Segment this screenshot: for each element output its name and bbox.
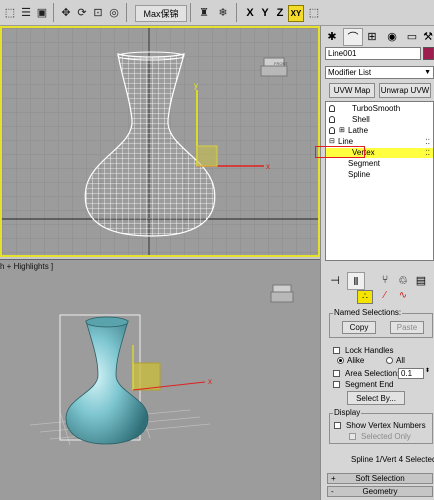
utilities-tab-icon[interactable]: ⚒ [419, 28, 434, 44]
unwrap-uvw-button[interactable]: Unwrap UVW [379, 83, 431, 98]
select-by-button[interactable]: Select By... [347, 391, 405, 405]
rect-selection-icon[interactable]: ▣ [34, 4, 50, 20]
selected-only-label: Selected Only [361, 432, 411, 441]
command-panel: ✱ ⌒ ⊞ ◉ ▭ ⚒ Line001 Modifier List ▼ UVW … [315, 26, 434, 500]
vertex-highlight-frame [315, 146, 365, 158]
select-by-name-icon[interactable]: ☰ [18, 4, 34, 20]
all-radio[interactable] [386, 357, 393, 364]
area-selection-checkbox[interactable] [333, 370, 340, 377]
show-end-result-icon[interactable]: Ⅱ [347, 272, 365, 290]
axis-z-button[interactable]: Z [273, 5, 287, 20]
rollout-label: Soft Selection [355, 474, 405, 483]
lock-handles-checkbox[interactable] [333, 347, 340, 354]
axis-constraint-icon[interactable]: ⬚ [306, 4, 322, 20]
select-object-icon[interactable]: ⬚ [2, 4, 18, 20]
select-rotate-icon[interactable]: ⟳ [74, 4, 90, 20]
area-selection-spinner[interactable]: 0.1 [398, 368, 424, 379]
subobject-dots-icon: ⁚⁚ [425, 139, 430, 146]
selected-only-checkbox[interactable] [349, 433, 356, 440]
axis-y-button[interactable]: Y [258, 5, 272, 20]
pivot-icon[interactable]: ♜ [196, 4, 212, 20]
reference-coordinate-icon[interactable]: ◎ [106, 4, 122, 20]
alike-label: Alike [347, 356, 365, 365]
modifier-stack[interactable]: TurboSmooth Shell ⊞ Lathe ⊟ Line ⁚⁚ Vert… [325, 101, 434, 261]
soft-selection-rollout[interactable]: + Soft Selection [327, 473, 433, 484]
alike-radio[interactable] [337, 357, 344, 364]
object-color-swatch[interactable] [423, 47, 434, 60]
select-move-icon[interactable]: ✥ [58, 4, 74, 20]
segment-mode-button[interactable]: ⁄ [377, 290, 393, 304]
toolbar-divider [126, 3, 127, 22]
axis-x-button[interactable]: X [243, 5, 257, 20]
rollout-collapse-icon: - [331, 487, 334, 496]
paste-button[interactable]: Paste [390, 321, 424, 334]
motion-tab-icon[interactable]: ◉ [383, 28, 401, 44]
object-name-field[interactable]: Line001 [325, 47, 421, 60]
shaded-canvas: x [0, 260, 320, 500]
all-label: All [396, 356, 405, 365]
expand-plus-icon[interactable]: ⊞ [339, 126, 345, 136]
copy-button[interactable]: Copy [342, 321, 376, 334]
axis-xy-button[interactable]: XY [288, 5, 304, 22]
pin-stack-icon[interactable]: ⊣ [327, 272, 343, 288]
stack-item-shell[interactable]: Shell [326, 115, 433, 125]
wireframe-canvas: y x [2, 28, 318, 255]
stack-item-spline[interactable]: Spline [326, 170, 433, 180]
remove-modifier-icon[interactable]: ♲ [395, 272, 411, 288]
show-vertex-numbers-label: Show Vertex Numbers [346, 421, 426, 430]
create-tab-icon[interactable]: ✱ [323, 28, 341, 44]
select-scale-icon[interactable]: ⊡ [90, 4, 106, 20]
chevron-down-icon: ▼ [424, 69, 431, 76]
display-group: Display Show Vertex Numbers Selected Onl… [329, 408, 433, 444]
lightbulb-icon[interactable] [329, 105, 335, 112]
spinner-arrows-icon[interactable]: ⬍ [425, 367, 430, 374]
selection-status-text: Spline 1/Vert 4 Selected [351, 455, 434, 464]
rollout-expand-icon: + [331, 474, 336, 483]
stack-tools-row: ⊣ Ⅱ ⑂ ♲ ▤ [325, 272, 434, 290]
modifier-list-label: Modifier List [328, 68, 372, 77]
show-vertex-numbers-checkbox[interactable] [334, 422, 341, 429]
lock-handles-label: Lock Handles [345, 346, 394, 355]
spline-mode-button[interactable]: ∿ [395, 290, 411, 304]
area-selection-label: Area Selection: [345, 369, 400, 378]
svg-text:x: x [266, 162, 270, 171]
max-plugin-button[interactable]: Max保锦 [135, 5, 187, 22]
main-toolbar: ⬚ ☰ ▣ ✥ ⟳ ⊡ ◎ Max保锦 ♜ ❄ X Y Z XY ⬚ [0, 0, 434, 26]
perspective-viewport-shaded[interactable]: h + Highlights ] x [0, 259, 320, 500]
geometry-rollout[interactable]: - Geometry [327, 486, 433, 497]
lightbulb-icon[interactable] [329, 127, 335, 134]
stack-item-turbosmooth[interactable]: TurboSmooth [326, 104, 433, 114]
segment-end-checkbox[interactable] [333, 381, 340, 388]
front-viewport-wireframe[interactable]: y x FRONT [0, 26, 320, 257]
view-cube-label: FRONT [274, 61, 288, 66]
lightbulb-icon[interactable] [329, 116, 335, 123]
svg-text:x: x [208, 377, 212, 386]
toolbar-divider [53, 3, 54, 22]
rollout-label: Geometry [362, 487, 398, 496]
snowflake-icon[interactable]: ❄ [215, 4, 231, 20]
modify-tab-icon[interactable]: ⌒ [343, 28, 363, 46]
subobject-dots-icon: ⁚⁚ [425, 150, 430, 157]
vertex-mode-button[interactable]: ∴ [357, 290, 373, 304]
display-title: Display [333, 408, 362, 417]
toolbar-divider [236, 3, 237, 22]
modifier-list-dropdown[interactable]: Modifier List ▼ [325, 66, 434, 79]
segment-end-label: Segment End [345, 380, 394, 389]
viewport-label[interactable]: h + Highlights ] [0, 262, 53, 271]
named-selections-title: Named Selections: [333, 308, 403, 317]
stack-item-lathe[interactable]: ⊞ Lathe [326, 126, 433, 136]
hierarchy-tab-icon[interactable]: ⊞ [363, 28, 381, 44]
svg-text:y: y [194, 81, 198, 90]
uvw-map-button[interactable]: UVW Map [329, 83, 375, 98]
stack-item-segment[interactable]: Segment [326, 159, 433, 169]
toolbar-divider [190, 3, 191, 22]
make-unique-icon[interactable]: ⑂ [377, 272, 393, 288]
named-selections-group: Named Selections: Copy Paste [329, 308, 433, 338]
configure-sets-icon[interactable]: ▤ [413, 272, 429, 288]
